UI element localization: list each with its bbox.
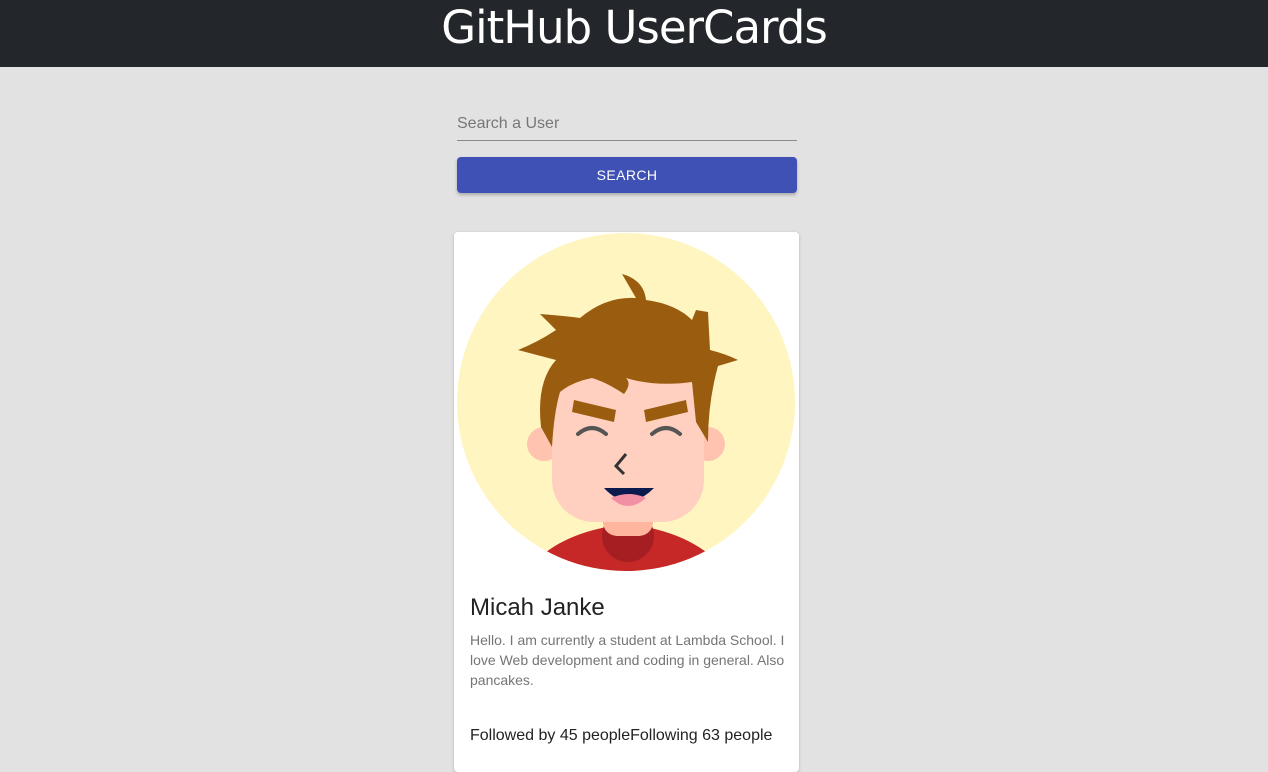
search-button[interactable]: SEARCH [457, 157, 797, 193]
search-input[interactable] [457, 108, 797, 141]
follow-stats: Followed by 45 peopleFollowing 63 people [470, 727, 772, 745]
page-title: GitHub UserCards [441, 1, 828, 54]
followers-text: Followed by 45 people [470, 727, 631, 744]
app-header: GitHub UserCards [0, 0, 1268, 67]
search-field-container [457, 108, 797, 141]
following-text: Following 63 people [630, 727, 773, 744]
avatar [457, 233, 795, 571]
user-bio: Hello. I am currently a student at Lambd… [470, 632, 785, 688]
user-name: Micah Janke [470, 594, 605, 621]
user-card: Micah Janke Hello. I am currently a stud… [454, 232, 799, 772]
